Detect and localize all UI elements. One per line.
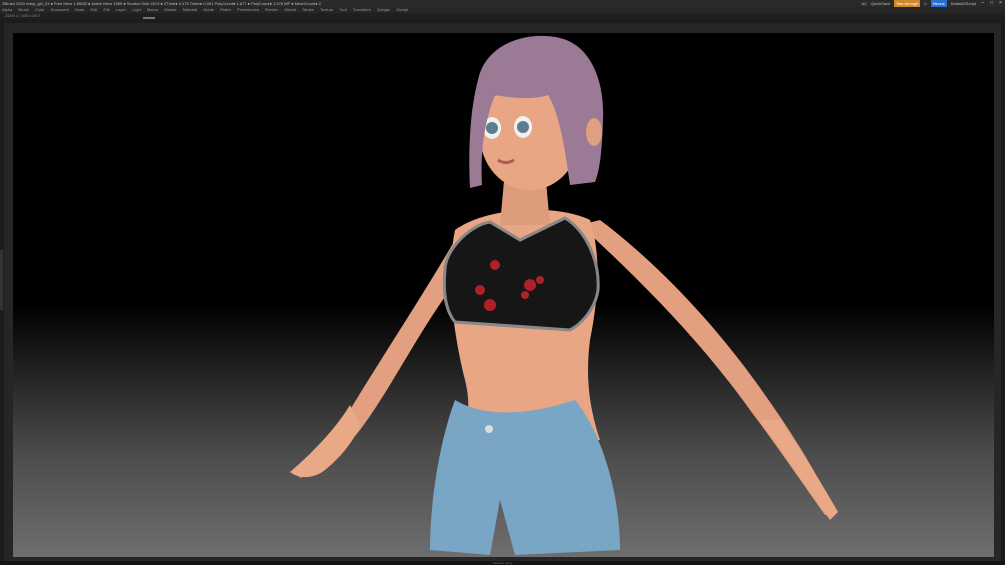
status-bar: Camera: persp: [0, 561, 1005, 565]
see-through-value: 0: [924, 1, 927, 6]
ear: [586, 118, 602, 146]
minimize-icon[interactable]: –: [980, 1, 985, 6]
default-zscript-button[interactable]: DefaultZScript: [951, 0, 976, 7]
maximize-icon[interactable]: □: [989, 1, 994, 6]
status-text: Camera: persp: [492, 561, 513, 565]
document-frame: [4, 23, 1001, 561]
right-hand: [760, 420, 838, 520]
viewport-canvas[interactable]: [13, 33, 994, 557]
left-hand: [290, 405, 360, 478]
tray-scroll-handle[interactable]: [143, 17, 155, 19]
see-through-slider[interactable]: See-through: [894, 0, 921, 7]
character-model: [290, 35, 838, 555]
title-bar-controls: AC QuickSave See-through 0 Menus Default…: [861, 0, 1003, 7]
ac-button[interactable]: AC: [861, 0, 867, 7]
left-tray-handle[interactable]: [0, 250, 3, 310]
close-icon[interactable]: ×: [998, 1, 1003, 6]
shorts-button: [485, 425, 493, 433]
menus-button[interactable]: Menus: [930, 0, 947, 7]
app-title-info: ZBrush 2019 retop_girl_01 ● Free Mem 1.8…: [2, 1, 321, 6]
document-info: ZDIM 1 / 0001.0017: [5, 13, 41, 18]
title-bar: ZBrush 2019 retop_girl_01 ● Free Mem 1.8…: [0, 0, 1005, 7]
sub-toolbar: ZDIM 1 / 0001.0017: [0, 13, 1005, 19]
left-arm: [295, 240, 455, 478]
quicksave-button[interactable]: QuickSave: [871, 0, 890, 7]
